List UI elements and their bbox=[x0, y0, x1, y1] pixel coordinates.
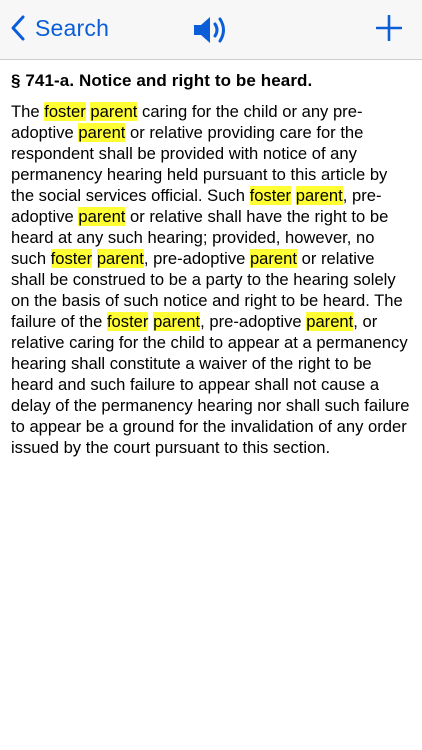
highlighted-term: parent bbox=[78, 207, 126, 226]
body-text-segment: , pre-adoptive bbox=[200, 312, 307, 331]
speaker-icon bbox=[191, 17, 231, 51]
navigation-bar: Search bbox=[0, 0, 422, 60]
section-body-text: The foster parent caring for the child o… bbox=[11, 101, 411, 458]
highlighted-term: parent bbox=[153, 312, 201, 331]
plus-icon bbox=[375, 14, 403, 45]
highlighted-term: parent bbox=[78, 123, 126, 142]
body-text-segment: , pre-adoptive bbox=[143, 249, 250, 268]
add-button[interactable] bbox=[375, 14, 403, 46]
highlighted-term: foster bbox=[44, 102, 86, 121]
highlighted-term: foster bbox=[50, 249, 93, 268]
body-text-segment: The bbox=[11, 102, 45, 121]
chevron-left-icon bbox=[10, 14, 26, 42]
back-button[interactable]: Search bbox=[10, 14, 109, 42]
highlighted-term: parent bbox=[249, 249, 298, 268]
section-heading: § 741-a. Notice and right to be heard. bbox=[11, 71, 313, 90]
section-content: § 741-a. Notice and right to be heard. T… bbox=[0, 60, 422, 458]
highlighted-term: parent bbox=[295, 186, 343, 205]
highlighted-term: parent bbox=[96, 249, 144, 268]
body-text-segment: , or relative caring for the child to ap… bbox=[11, 312, 410, 457]
back-button-label: Search bbox=[35, 14, 110, 41]
highlighted-term: foster bbox=[106, 312, 149, 331]
highlighted-term: foster bbox=[249, 186, 292, 205]
speaker-button[interactable] bbox=[191, 13, 231, 52]
highlighted-term: parent bbox=[90, 102, 138, 121]
highlighted-term: parent bbox=[306, 312, 354, 331]
